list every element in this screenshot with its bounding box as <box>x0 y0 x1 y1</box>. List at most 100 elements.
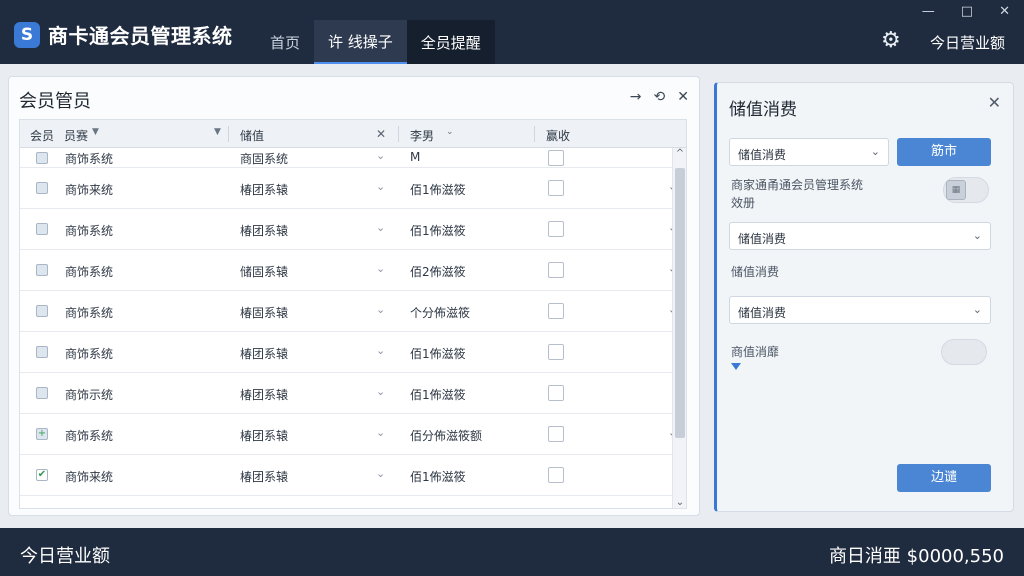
collect-checkbox[interactable] <box>548 262 564 278</box>
member-store: 椿团系辕 <box>240 388 289 402</box>
scroll-thumb[interactable] <box>675 168 685 438</box>
row-select-icon[interactable]: + <box>36 428 48 440</box>
refresh-icon[interactable]: ⟲ <box>654 89 666 105</box>
chevron-down-icon: ⌄ <box>972 229 982 242</box>
column-header-member[interactable]: 会员 <box>30 127 54 144</box>
collect-checkbox[interactable] <box>548 426 564 442</box>
member-amount: 佰1佈滋筱 <box>410 388 466 402</box>
category-select[interactable]: 储值消费 ⌄ <box>729 222 991 250</box>
title-bar: S 商卡通会员管理系统 首页 许 线操子 全员提醒 — □ ✕ ⚙ 今日营业额 <box>0 0 1024 64</box>
chevron-down-icon[interactable]: ⌄ <box>376 149 385 162</box>
search-button[interactable]: 筋市 <box>897 138 991 166</box>
chevron-down-icon[interactable]: ⌄ <box>376 467 385 480</box>
member-store: 椿固系辕 <box>240 306 289 320</box>
chevron-down-icon[interactable]: ⌄ <box>376 262 385 275</box>
vertical-scrollbar[interactable]: ^ ⌄ <box>672 148 686 508</box>
row-select-icon[interactable] <box>36 182 48 194</box>
close-window-icon[interactable]: ✕ <box>999 4 1010 19</box>
table-body: 商饰系统商固系统⌄M商饰来统椿团系辕⌄佰1佈滋筱⌄商饰系统椿团系辕⌄佰1佈滋筱⌄… <box>20 148 677 509</box>
member-store: 椿团系辕 <box>240 470 289 484</box>
filter-caret-icon[interactable]: ▼ <box>214 127 221 137</box>
table-row[interactable]: ✔ 商饰来统 椿团系辕 ⌄ 佰1佈滋筱 <box>20 455 672 496</box>
app-title: 商卡通会员管理系统 <box>48 24 233 48</box>
panel-tools: → ⟲ ✕ <box>630 89 689 105</box>
minimize-icon[interactable]: — <box>922 4 935 19</box>
close-icon[interactable]: ✕ <box>988 93 1001 112</box>
tab-home[interactable]: 首页 <box>256 20 314 64</box>
table-row[interactable]: 商饰系统 商固系统 ⌄ M <box>20 148 672 168</box>
today-revenue-link[interactable]: 今日营业额 <box>930 32 1005 53</box>
gear-icon[interactable]: ⚙ <box>881 28 901 53</box>
member-name: 商饰系统 <box>65 429 114 443</box>
column-header-group[interactable]: 员赛 <box>64 127 88 144</box>
table-row[interactable]: +商饰系统椿团系辕⌄佰分佈滋筱额⌄ <box>20 414 677 455</box>
member-amount: 佰1佈滋筱 <box>410 347 466 361</box>
chevron-down-icon[interactable]: ⌄ <box>376 303 385 316</box>
member-store: 储固系辕 <box>240 265 289 279</box>
table-row[interactable]: 商饰示统 椿团系辕 ⌄ 佰1佈滋筱 <box>20 373 672 414</box>
member-name: 商饰系统 <box>65 306 114 320</box>
row-select-icon[interactable] <box>36 223 48 235</box>
export-icon[interactable]: → <box>630 89 642 105</box>
panel-title: 会员管员 <box>19 91 91 112</box>
table-row[interactable]: 商饰系统椿固系辕⌄个分佈滋筱⌄ <box>20 291 677 332</box>
expand-triangle-icon[interactable] <box>731 363 741 370</box>
member-table: 会员 员赛 ▼ ▼ 储值 ✕ 李男 ⌄ 赢收 商饰系统 商固系统 ⌄ M 商饰来统 椿团系… <box>19 119 687 509</box>
collect-checkbox[interactable] <box>548 344 564 360</box>
collect-checkbox[interactable] <box>548 221 564 237</box>
scroll-up-icon[interactable]: ^ <box>673 148 686 159</box>
brand: S 商卡通会员管理系统 <box>14 20 233 49</box>
table-row[interactable]: 商饰系统椿团系辕⌄佰1佈滋筱 <box>20 332 672 373</box>
collect-checkbox[interactable] <box>548 467 564 483</box>
row-select-icon[interactable] <box>36 264 48 276</box>
member-name: 商饰系统 <box>65 152 114 166</box>
collect-checkbox[interactable] <box>548 508 564 509</box>
collect-checkbox[interactable] <box>548 303 564 319</box>
table-row[interactable]: 商饰来统椿团系辕⌄佰1佈滋筱⌄ <box>20 168 677 209</box>
row-select-icon[interactable] <box>36 346 48 358</box>
row-select-icon[interactable] <box>36 152 48 164</box>
confirm-button[interactable]: 边谴 <box>897 464 991 492</box>
table-row[interactable]: 商饰系统储固系辕⌄佰2佈滋筱⌄ <box>20 250 677 291</box>
chevron-down-icon[interactable]: ⌄ <box>376 221 385 234</box>
scroll-down-icon[interactable]: ⌄ <box>673 497 686 508</box>
panel-title: 储值消费 <box>729 100 797 120</box>
method-select-value: 储值消费 <box>738 306 787 320</box>
member-name: 商饰来统 <box>65 470 114 484</box>
row-select-icon[interactable]: ✔ <box>36 469 48 481</box>
option-toggle[interactable] <box>941 339 987 365</box>
chevron-down-icon[interactable]: ⌄ <box>376 508 385 509</box>
row-select-icon[interactable] <box>36 387 48 399</box>
collect-checkbox[interactable] <box>548 180 564 196</box>
table-row[interactable]: 商饰系统椿团系辕⌄佰1佈滋筱 <box>20 496 672 509</box>
clear-filter-icon[interactable]: ✕ <box>376 127 386 141</box>
app-logo-icon: S <box>14 21 40 48</box>
column-divider <box>398 126 399 142</box>
member-amount: 佰分佈滋筱额 <box>410 429 483 443</box>
maximize-icon[interactable]: □ <box>961 4 973 19</box>
chevron-down-icon[interactable]: ⌄ <box>446 127 454 137</box>
collect-checkbox[interactable] <box>548 150 564 166</box>
member-name: 商饰系统 <box>65 224 114 238</box>
chevron-down-icon[interactable]: ⌄ <box>376 385 385 398</box>
column-header-collect[interactable]: 赢收 <box>546 127 570 144</box>
chevron-down-icon[interactable]: ⌄ <box>376 426 385 439</box>
method-select[interactable]: 储值消费 ⌄ <box>729 296 991 324</box>
column-header-amount[interactable]: 李男 <box>410 127 434 144</box>
tab-operations[interactable]: 许 线操子 <box>314 20 407 64</box>
type-select[interactable]: 储值消费 ⌄ <box>729 138 889 166</box>
toggle-knob-icon: ▦ <box>946 180 966 200</box>
table-row[interactable]: 商饰系统椿团系辕⌄佰1佈滋筱⌄ <box>20 209 677 250</box>
close-icon[interactable]: ✕ <box>677 89 689 105</box>
row-select-icon[interactable] <box>36 305 48 317</box>
feature-toggle[interactable]: ▦ <box>943 177 989 203</box>
collect-checkbox[interactable] <box>548 385 564 401</box>
member-amount: M <box>410 150 421 164</box>
daily-consumption-total: 商日消亜 $0000,550 <box>828 546 1004 567</box>
sort-caret-icon[interactable]: ▼ <box>92 127 99 137</box>
chevron-down-icon[interactable]: ⌄ <box>376 180 385 193</box>
tab-reminders[interactable]: 全员提醒 <box>406 20 495 64</box>
chevron-down-icon[interactable]: ⌄ <box>376 344 385 357</box>
member-store: 商固系统 <box>240 152 289 166</box>
column-header-balance[interactable]: 储值 <box>240 127 264 144</box>
